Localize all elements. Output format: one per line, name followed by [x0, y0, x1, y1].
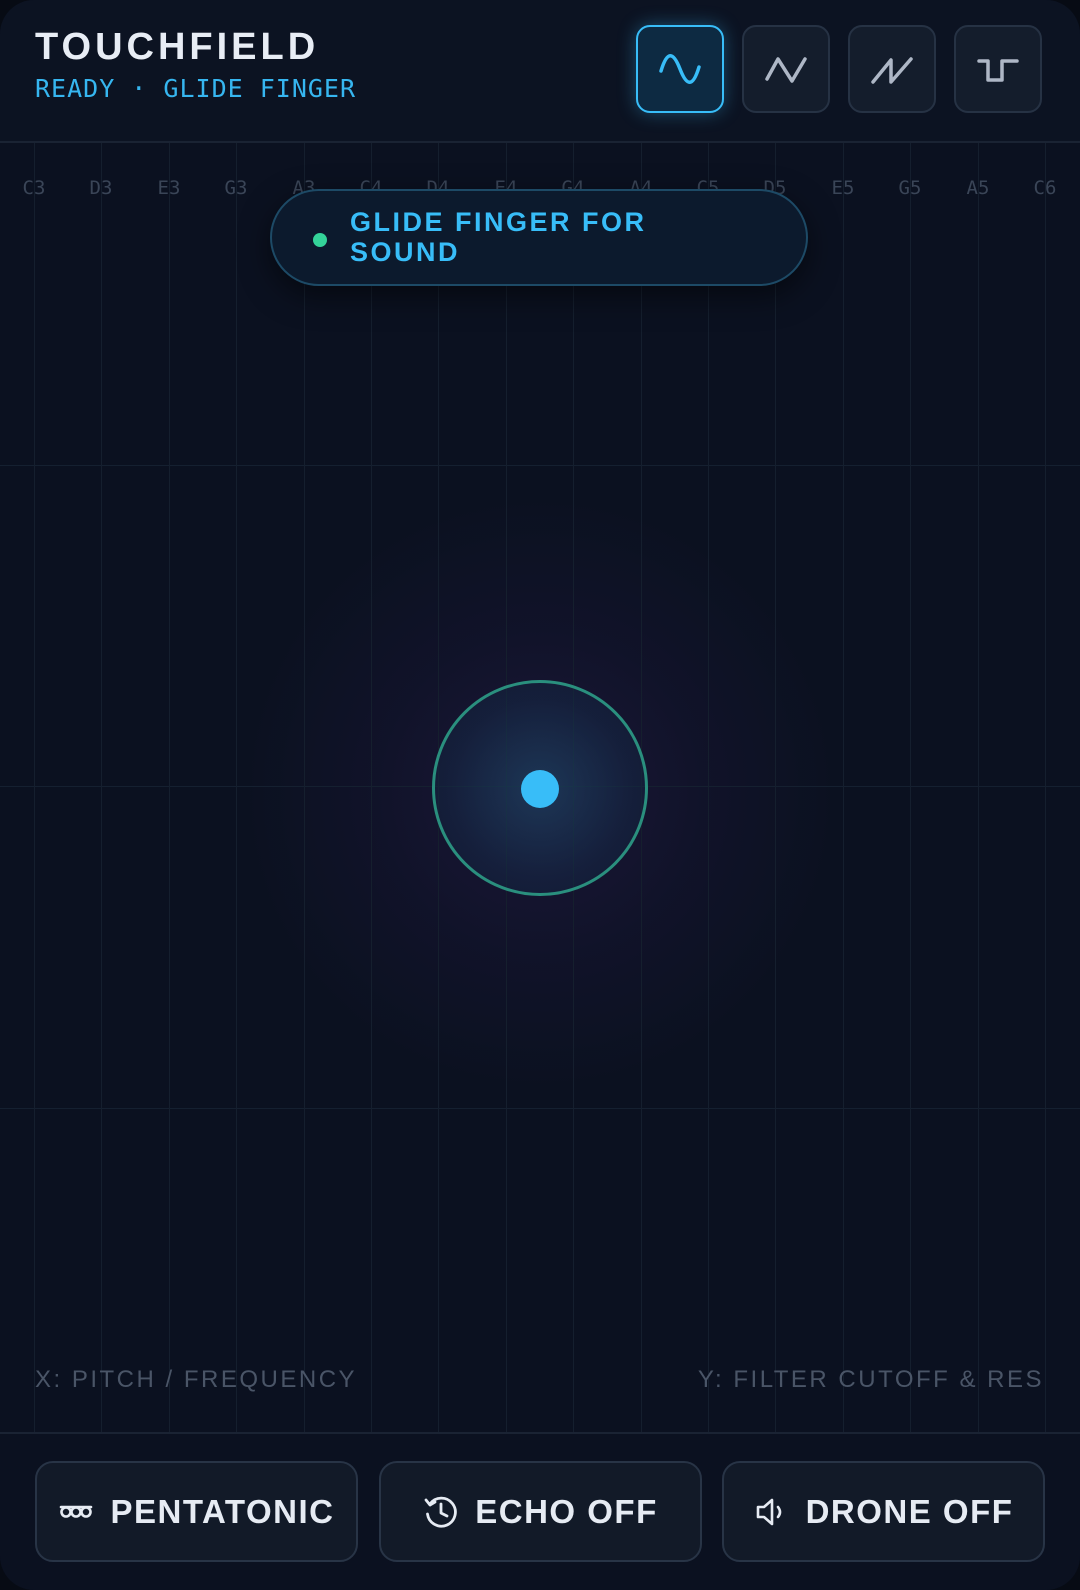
y-axis-label: Y: FILTER CUTOFF & RES	[697, 1366, 1044, 1393]
pitch-grid-line	[169, 143, 170, 1432]
note-label: G3	[224, 177, 248, 199]
speaker-icon	[756, 1498, 781, 1525]
pitch-grid-line	[101, 143, 102, 1432]
sawtooth-wave-button[interactable]	[848, 25, 936, 113]
note-label: C6	[1033, 177, 1057, 199]
echo-history-icon	[424, 1496, 457, 1527]
pitch-grid-line	[708, 143, 709, 1432]
header: TOUCHFIELD READY · GLIDE FINGER	[0, 0, 1080, 143]
sawtooth-wave-icon	[871, 57, 913, 84]
footer-controls: PENTATONIC ECHO OFF DRONE OFF	[0, 1432, 1080, 1590]
square-wave-icon	[977, 59, 1019, 82]
note-label: C3	[22, 177, 46, 199]
square-wave-button[interactable]	[954, 25, 1042, 113]
pitch-grid-line	[775, 143, 776, 1432]
hint-pill: GLIDE FINGER FOR SOUND	[270, 189, 808, 286]
note-label: D3	[89, 177, 113, 199]
scale-button[interactable]: PENTATONIC	[35, 1461, 358, 1562]
note-label: A5	[966, 177, 990, 199]
triangle-wave-icon	[765, 57, 807, 83]
touchfield-app: TOUCHFIELD READY · GLIDE FINGER C3 D3 E3…	[0, 0, 1080, 1590]
scale-notes-icon	[60, 1505, 93, 1518]
note-label: G5	[898, 177, 922, 199]
pitch-grid-line	[910, 143, 911, 1432]
ready-indicator-dot	[313, 233, 327, 247]
drone-button[interactable]: DRONE OFF	[722, 1461, 1045, 1562]
waveform-selector	[636, 25, 1046, 115]
hint-text: GLIDE FINGER FOR SOUND	[350, 207, 647, 267]
note-label: E3	[157, 177, 181, 199]
pitch-grid-line	[236, 143, 237, 1432]
touch-surface[interactable]: C3 D3 E3 G3 A3 C4 D4 E4 G4 A4 C5 D5 E5 G5 A5 C6 GLIDE F…	[0, 143, 1080, 1432]
pitch-grid-line	[1045, 143, 1046, 1432]
pitch-grid-line	[978, 143, 979, 1432]
grid-line	[0, 465, 1080, 466]
pitch-grid-line	[843, 143, 844, 1432]
touch-cursor-dot[interactable]	[521, 770, 559, 808]
pitch-grid-line	[304, 143, 305, 1432]
grid-line	[0, 1108, 1080, 1109]
scale-button-label: PENTATONIC	[110, 1492, 335, 1530]
status-text: READY · GLIDE FINGER	[35, 74, 357, 103]
x-axis-label: X: PITCH / FREQUENCY	[35, 1366, 358, 1393]
app-title: TOUCHFIELD	[35, 26, 320, 68]
triangle-wave-button[interactable]	[742, 25, 830, 113]
sine-wave-icon	[659, 54, 701, 84]
sine-wave-button[interactable]	[636, 25, 724, 113]
note-label: E5	[831, 177, 855, 199]
drone-button-label: DRONE OFF	[805, 1492, 1014, 1530]
echo-button[interactable]: ECHO OFF	[379, 1461, 702, 1562]
pitch-grid-line	[34, 143, 35, 1432]
pitch-grid-line	[371, 143, 372, 1432]
echo-button-label: ECHO OFF	[475, 1492, 658, 1530]
